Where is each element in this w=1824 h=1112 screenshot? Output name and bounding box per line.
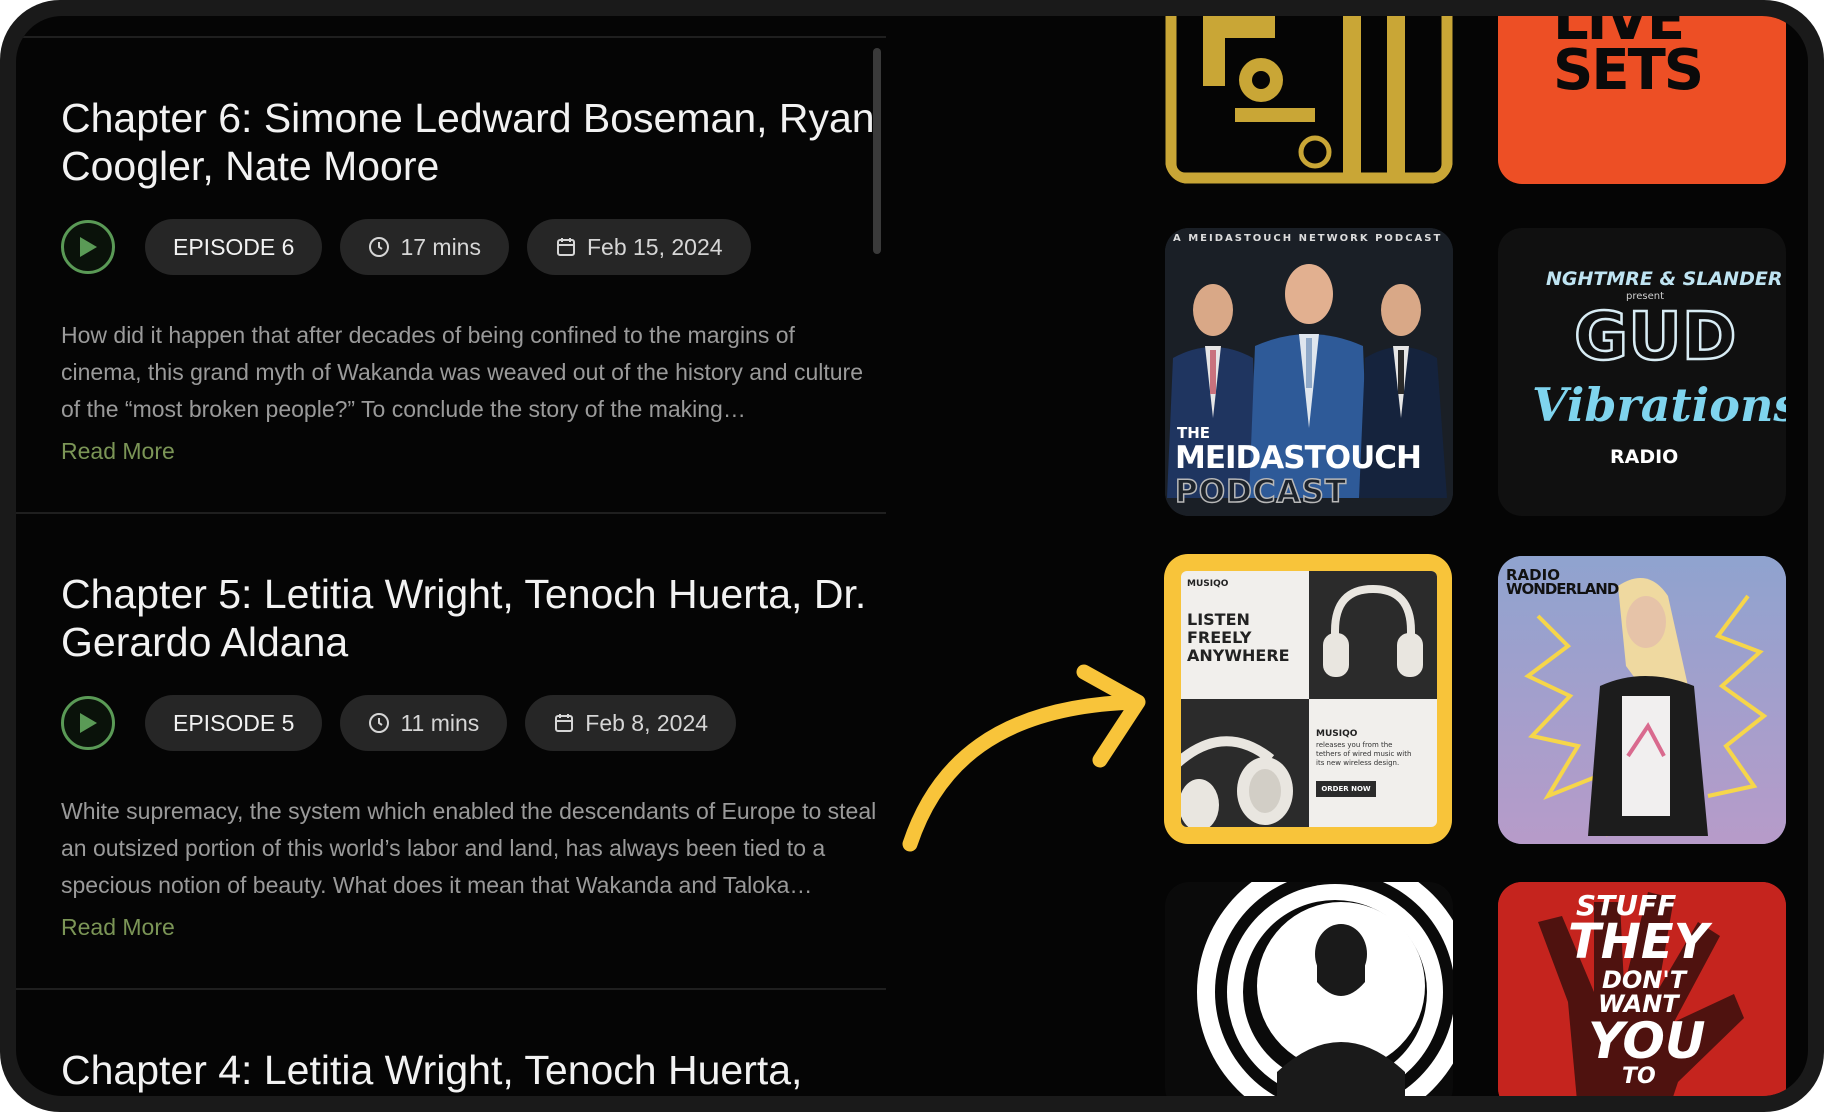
- date-badge: Feb 15, 2024: [526, 219, 751, 275]
- episode-number-badge: EPISODE 6: [145, 219, 323, 275]
- divider: [16, 988, 886, 990]
- calendar-icon: [555, 236, 577, 258]
- app-screen: Chapter 6: Simone Ledward Boseman, Ryan …: [16, 16, 1808, 1096]
- cover-text: WONDERLAND: [1506, 580, 1619, 598]
- cover-text: releases you from the: [1316, 741, 1393, 749]
- duration-text: 11 mins: [400, 709, 480, 736]
- episode-card: Chapter 5: Letitia Wright, Tenoch Huerta…: [61, 570, 881, 940]
- duration-badge: 17 mins: [340, 219, 509, 275]
- cover-text: NGHTMRE & SLANDER: [1546, 268, 1783, 290]
- cover-text: GUD: [1573, 298, 1738, 375]
- cover-text: tethers of wired music with: [1316, 750, 1412, 758]
- divider: [16, 512, 886, 514]
- cover-text: TO: [1622, 1064, 1656, 1089]
- play-button[interactable]: [61, 696, 115, 750]
- cover-text: SETS: [1553, 38, 1704, 103]
- cover-text: MEIDASTOUCH: [1175, 440, 1422, 476]
- episode-card: Chapter 4: Letitia Wright, Tenoch Huerta…: [61, 1046, 881, 1096]
- play-icon: [80, 237, 97, 257]
- podcast-cover-meidastouch[interactable]: A MEIDASTOUCH NETWORK PODCAST THE MEIDAS…: [1165, 228, 1453, 516]
- episode-title[interactable]: Chapter 4: Letitia Wright, Tenoch Huerta…: [61, 1046, 881, 1094]
- pointer-arrow-icon: [902, 664, 1146, 852]
- podcast-cover-circle-logo[interactable]: [1165, 882, 1453, 1096]
- cover-text: THEY: [1568, 914, 1709, 970]
- episode-title[interactable]: Chapter 6: Simone Ledward Boseman, Ryan …: [61, 94, 881, 190]
- read-more-link[interactable]: Read More: [61, 914, 175, 941]
- podcast-cover-musiqo[interactable]: MUSIQO LISTEN FREELY ANYWHERE MUSIQO rel…: [1181, 571, 1437, 827]
- cover-text: PODCAST: [1174, 473, 1348, 511]
- episode-card: Chapter 6: Simone Ledward Boseman, Ryan …: [61, 94, 881, 464]
- gold-logo-art-icon: [1165, 16, 1453, 184]
- episode-description: White supremacy, the system which enable…: [61, 798, 877, 898]
- cover-text: DON'T: [1602, 966, 1687, 994]
- episode-meta: EPISODE 5 11 mins Feb 8, 2024: [61, 695, 754, 751]
- cover-text: Vibrations: [1532, 378, 1786, 432]
- date-text: Feb 15, 2024: [586, 233, 723, 260]
- episode-title[interactable]: Chapter 5: Letitia Wright, Tenoch Huerta…: [61, 570, 881, 666]
- cover-text: YOU: [1588, 1012, 1706, 1070]
- cover-text: ANYWHERE: [1187, 646, 1290, 665]
- clock-icon: [368, 712, 390, 734]
- headphones-icon: [1323, 584, 1423, 677]
- order-now-button: ORDER NOW: [1316, 781, 1376, 797]
- episode-description: How did it happen that after decades of …: [61, 322, 864, 422]
- cover-text: RADIO: [1610, 446, 1679, 468]
- date-text: Feb 8, 2024: [585, 709, 709, 736]
- device-frame: Chapter 6: Simone Ledward Boseman, Ryan …: [0, 0, 1824, 1112]
- cover-text: FREELY: [1187, 628, 1252, 647]
- portrait-logo-icon: [1197, 882, 1453, 1096]
- podcast-cover-live-sets[interactable]: LIVE SETS: [1498, 16, 1786, 184]
- podcast-cover-gud-vibrations[interactable]: NGHTMRE & SLANDER present GUD Vibrations…: [1498, 228, 1786, 516]
- episode-meta: EPISODE 6 17 mins Feb 15, 2024: [61, 219, 769, 275]
- duration-text: 17 mins: [400, 233, 481, 260]
- cover-panel: [1181, 699, 1309, 827]
- headphones-icon: [1181, 736, 1293, 827]
- cover-text: MUSIQO: [1316, 729, 1358, 739]
- cover-text: A MEIDASTOUCH NETWORK PODCAST: [1173, 233, 1443, 244]
- divider: [16, 36, 886, 38]
- cover-text: MUSIQO: [1187, 579, 1229, 589]
- cover-text: its new wireless design.: [1316, 759, 1400, 767]
- play-button[interactable]: [61, 220, 115, 274]
- scrollbar[interactable]: [873, 48, 881, 254]
- episode-list[interactable]: Chapter 6: Simone Ledward Boseman, Ryan …: [16, 16, 886, 1096]
- cover-text: LISTEN: [1187, 610, 1250, 629]
- episode-number-badge: EPISODE 5: [145, 695, 323, 751]
- podcast-cover-gold-logo[interactable]: [1165, 16, 1453, 184]
- podcast-cover-radio-wonderland[interactable]: RADIO WONDERLAND: [1498, 556, 1786, 844]
- podcast-cover-stuff-they-dont-want-you-to-know[interactable]: STUFF THEY DON'T WANT YOU TO: [1498, 882, 1786, 1096]
- read-more-link[interactable]: Read More: [61, 438, 175, 465]
- duration-badge: 11 mins: [340, 695, 508, 751]
- clock-icon: [368, 236, 390, 258]
- play-icon: [80, 713, 97, 733]
- cover-panel: [1309, 571, 1437, 699]
- date-badge: Feb 8, 2024: [525, 695, 737, 751]
- artist-photo-icon: [1498, 556, 1786, 844]
- calendar-icon: [553, 712, 575, 734]
